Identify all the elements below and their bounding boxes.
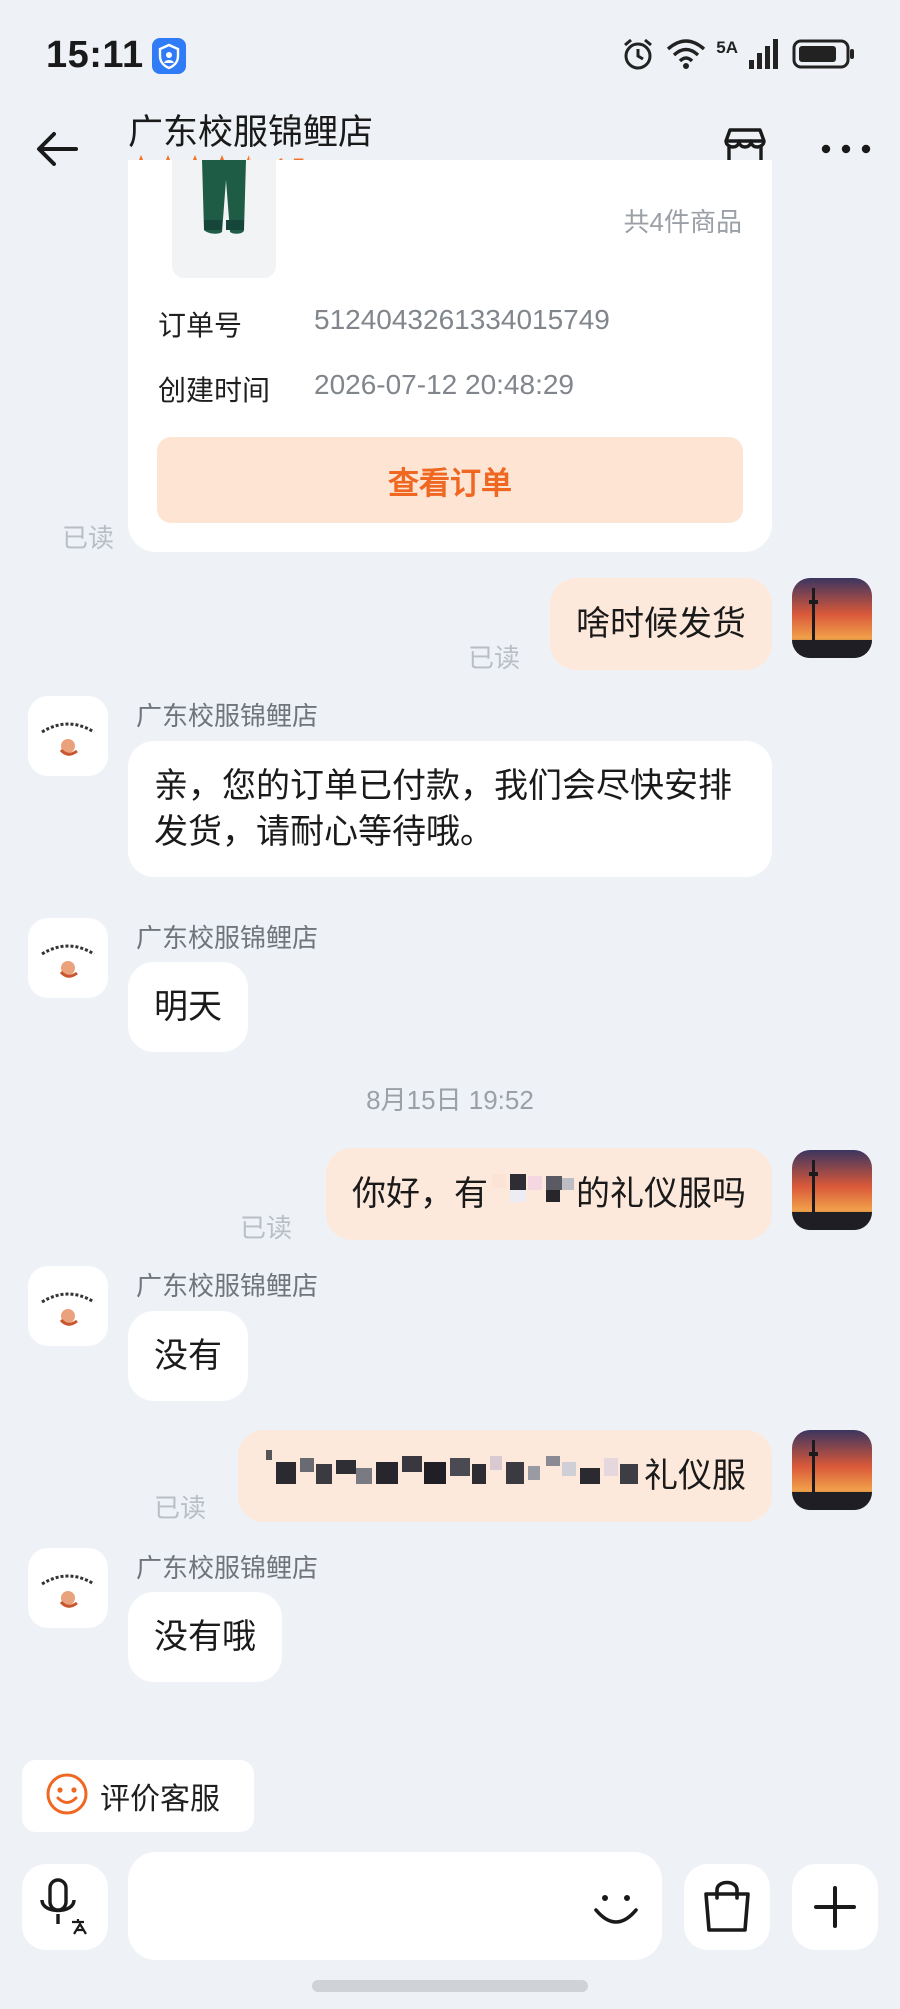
emoji-icon[interactable]	[586, 1876, 646, 1936]
user-avatar[interactable]	[792, 1150, 872, 1230]
wifi-icon	[666, 37, 706, 76]
message-bubble-incoming[interactable]: 没有	[128, 1311, 248, 1401]
more-icon[interactable]	[818, 132, 874, 166]
message-bubble-incoming[interactable]: 明天	[128, 962, 248, 1052]
message-bubble-incoming[interactable]: 没有哦	[128, 1592, 282, 1682]
sender-name: 广东校服锦鲤店	[136, 923, 319, 953]
message-text-after: 礼仪服	[644, 1457, 746, 1495]
message-text: 没有哦	[154, 1618, 256, 1656]
message-bubble-outgoing[interactable]: 啥时候发货	[550, 578, 772, 670]
created-time-label: 创建时间	[158, 375, 271, 406]
read-status: 已读	[240, 1213, 293, 1243]
store-avatar[interactable]	[28, 1266, 108, 1346]
network-type-label: 5A	[716, 38, 738, 57]
voice-input-icon	[40, 1878, 87, 1935]
user-avatar[interactable]	[792, 578, 872, 658]
item-count: 共4件商品	[623, 207, 742, 237]
shopping-bag-icon	[704, 1880, 750, 1932]
read-status: 已读	[62, 523, 115, 553]
redacted-text	[488, 1166, 576, 1222]
order-number-value: 5124043261334015749	[314, 304, 610, 335]
redacted-text	[264, 1448, 644, 1504]
signal-icon	[748, 38, 782, 75]
smile-icon	[44, 1771, 90, 1822]
sender-name: 广东校服锦鲤店	[136, 701, 319, 731]
home-indicator	[312, 1980, 588, 1992]
sender-name: 广东校服锦鲤店	[136, 1553, 319, 1583]
store-avatar[interactable]	[28, 696, 108, 776]
store-avatar[interactable]	[28, 918, 108, 998]
message-input[interactable]	[128, 1852, 662, 1960]
rate-service-button[interactable]: 评价客服	[22, 1760, 254, 1832]
view-order-button[interactable]: 查看订单	[157, 437, 743, 523]
timestamp: 8月15日 19:52	[366, 1085, 534, 1115]
message-bubble-incoming[interactable]: 亲，您的订单已付款，我们会尽快安排发货，请耐心等待哦。	[128, 741, 772, 877]
shop-name[interactable]: 广东校服锦鲤店	[128, 104, 373, 155]
message-bubble-outgoing[interactable]: 礼仪服	[238, 1430, 772, 1522]
plus-icon	[814, 1886, 856, 1928]
message-text: 明天	[154, 988, 222, 1026]
status-time: 15:11	[46, 34, 144, 76]
battery-icon	[792, 38, 856, 75]
plus-button[interactable]	[792, 1864, 878, 1950]
user-avatar[interactable]	[792, 1430, 872, 1510]
created-time-value: 2026-07-12 20:48:29	[314, 369, 574, 400]
shopping-bag-button[interactable]	[684, 1864, 770, 1950]
status-icons: 5A	[620, 36, 856, 76]
message-text: 没有	[154, 1337, 222, 1375]
message-text-before: 你好，有	[352, 1175, 488, 1213]
store-avatar[interactable]	[28, 1548, 108, 1628]
read-status: 已读	[468, 643, 521, 673]
sender-name: 广东校服锦鲤店	[136, 1271, 319, 1301]
order-number-label: 订单号	[158, 310, 243, 341]
message-text: 啥时候发货	[576, 605, 746, 643]
message-bubble-outgoing[interactable]: 你好，有 的礼仪服吗	[326, 1148, 772, 1240]
product-thumbnail[interactable]	[172, 160, 276, 278]
voice-input-button[interactable]	[22, 1864, 108, 1950]
message-text: 亲，您的订单已付款，我们会尽快安排发货，请耐心等待哦。	[154, 767, 732, 851]
shield-icon	[152, 38, 186, 74]
read-status: 已读	[154, 1493, 207, 1523]
rate-service-label: 评价客服	[100, 1783, 220, 1816]
message-text-after: 的礼仪服吗	[576, 1175, 746, 1213]
alarm-icon	[620, 36, 656, 77]
back-arrow-icon[interactable]	[32, 124, 82, 174]
